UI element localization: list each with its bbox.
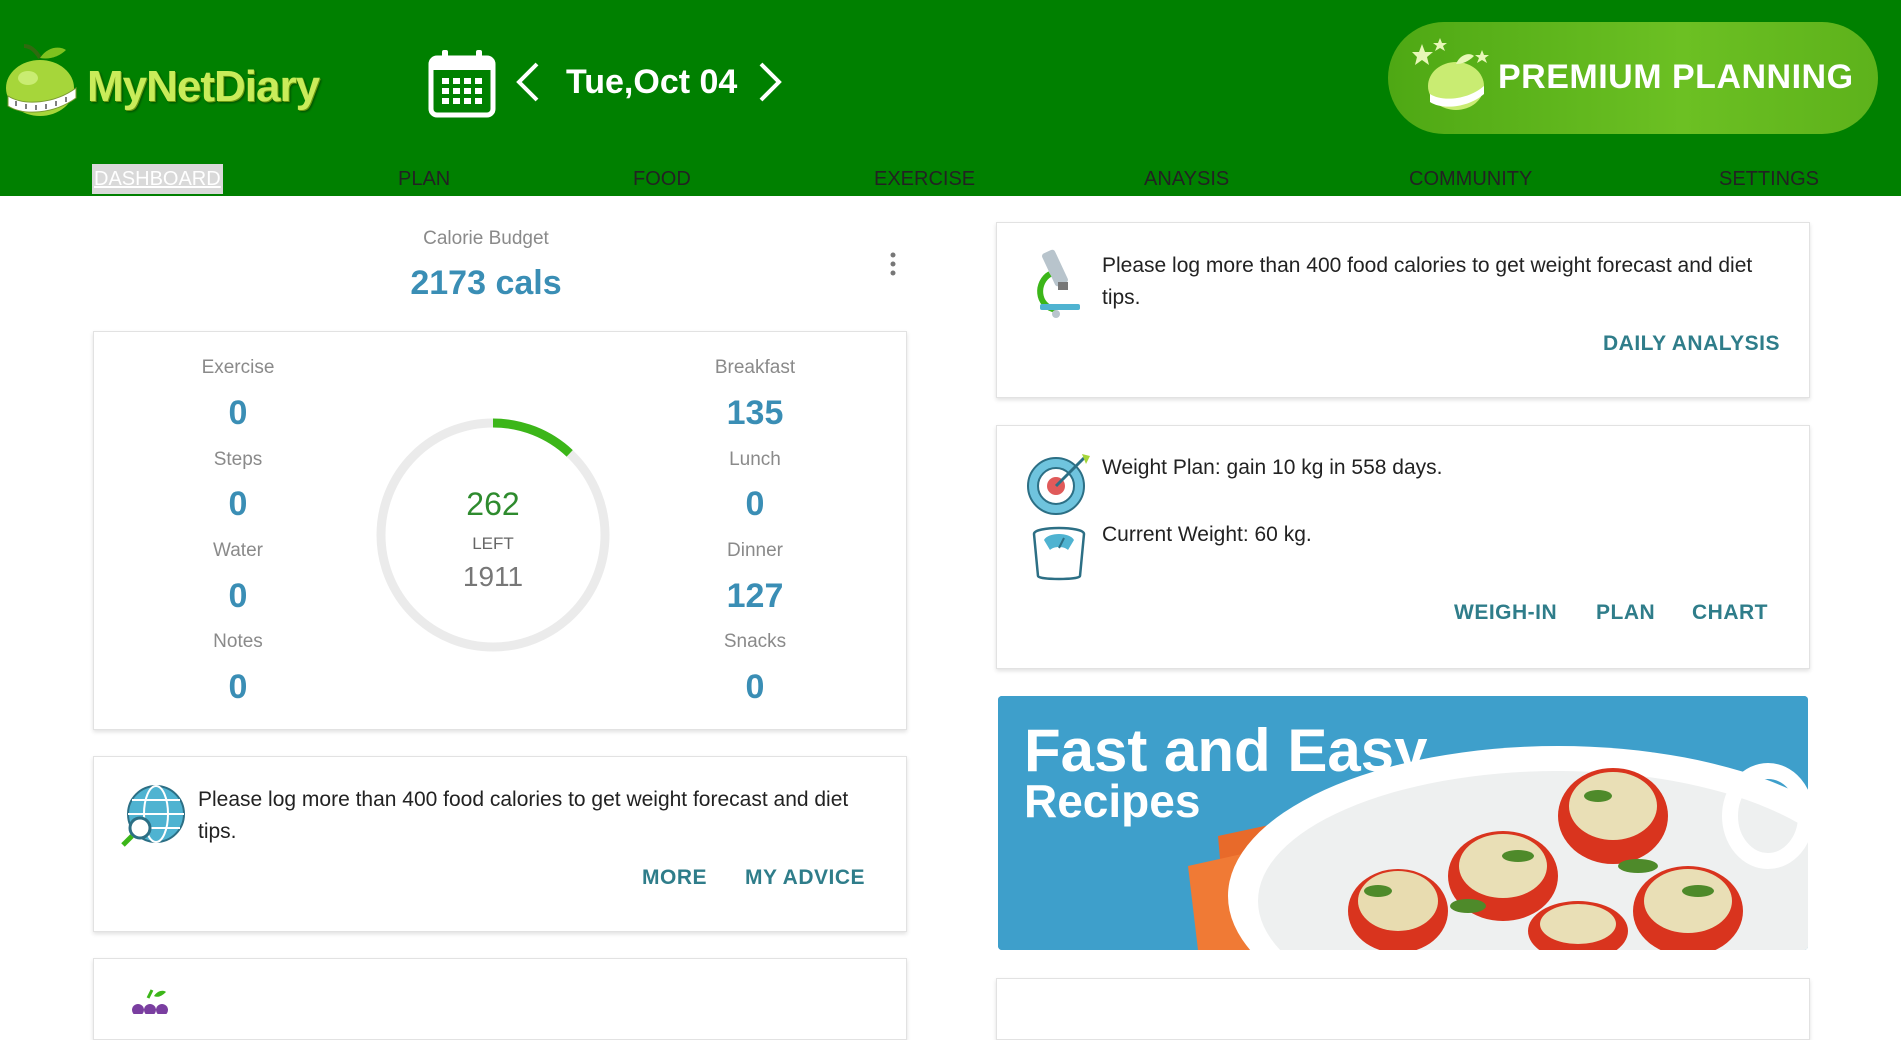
calorie-budget-value: 2173 cals bbox=[410, 264, 562, 302]
main-nav: DASHBOARD PLAN FOOD EXERCISE ANAYSIS COM… bbox=[0, 164, 1901, 196]
chevron-right-icon[interactable] bbox=[757, 60, 783, 104]
daily-analysis-button[interactable]: DAILY ANALYSIS bbox=[1603, 332, 1780, 356]
nav-settings[interactable]: SETTINGS bbox=[1719, 168, 1819, 191]
nav-plan[interactable]: PLAN bbox=[398, 168, 450, 191]
breakfast-value[interactable]: 135 bbox=[675, 394, 835, 433]
snacks-value[interactable]: 0 bbox=[675, 668, 835, 707]
more-button[interactable]: MORE bbox=[642, 866, 707, 890]
my-advice-button[interactable]: MY ADVICE bbox=[745, 866, 865, 890]
chevron-left-icon[interactable] bbox=[515, 60, 541, 104]
premium-planning-label: PREMIUM PLANNING bbox=[1498, 58, 1854, 96]
dinner-label: Dinner bbox=[727, 540, 783, 561]
globe-magnifier-icon bbox=[121, 785, 185, 847]
current-date: Tue,Oct 04 bbox=[566, 63, 738, 101]
app-name: MyNetDiary bbox=[87, 62, 320, 111]
nav-food[interactable]: FOOD bbox=[633, 168, 691, 191]
calendar-icon[interactable] bbox=[428, 48, 496, 118]
scale-icon bbox=[1032, 526, 1086, 581]
premium-planning-button[interactable]: PREMIUM PLANNING bbox=[1388, 22, 1878, 134]
dinner-value[interactable]: 127 bbox=[675, 577, 835, 616]
breakfast-label: Breakfast bbox=[714, 357, 796, 378]
lunch-value[interactable]: 0 bbox=[675, 485, 835, 524]
app-logo[interactable]: MyNetDiary bbox=[4, 44, 324, 118]
notes-label: Notes bbox=[213, 631, 263, 652]
plan-button[interactable]: PLAN bbox=[1596, 601, 1655, 625]
more-options-icon[interactable] bbox=[886, 250, 900, 278]
snacks-label: Snacks bbox=[723, 631, 787, 652]
steps-value[interactable]: 0 bbox=[158, 485, 318, 524]
weight-plan-text: Weight Plan: gain 10 kg in 558 days. bbox=[1102, 456, 1443, 479]
nav-dashboard[interactable]: DASHBOARD bbox=[92, 164, 223, 194]
weigh-in-button[interactable]: WEIGH-IN bbox=[1454, 601, 1557, 625]
next-right-card bbox=[996, 978, 1810, 1040]
current-weight-text: Current Weight: 60 kg. bbox=[1102, 523, 1312, 546]
microscope-icon bbox=[1037, 249, 1080, 318]
grapes-icon bbox=[132, 989, 168, 1014]
apple-tape-icon bbox=[6, 44, 77, 116]
water-label: Water bbox=[213, 540, 263, 561]
nav-exercise[interactable]: EXERCISE bbox=[874, 168, 975, 191]
recipes-banner-subtitle: Recipes bbox=[1024, 775, 1201, 827]
nav-analysis[interactable]: ANAYSIS bbox=[1144, 168, 1229, 191]
advice-message: Please log more than 400 food calories t… bbox=[198, 788, 849, 843]
water-value[interactable]: 0 bbox=[158, 577, 318, 616]
calorie-budget-title: Calorie Budget bbox=[423, 228, 549, 249]
lunch-label: Lunch bbox=[729, 449, 781, 470]
premium-apple-icon bbox=[1412, 38, 1489, 110]
exercise-label: Exercise bbox=[201, 357, 275, 378]
nav-community[interactable]: COMMUNITY bbox=[1409, 168, 1532, 191]
target-icon bbox=[1027, 454, 1090, 515]
calories-remaining: 1911 bbox=[462, 561, 524, 592]
recipes-banner[interactable]: Fast and Easy Recipes bbox=[998, 696, 1808, 950]
steps-label: Steps bbox=[213, 449, 263, 470]
notes-value[interactable]: 0 bbox=[158, 668, 318, 707]
calories-eaten: 262 bbox=[466, 486, 520, 522]
next-card bbox=[93, 958, 907, 1040]
app-header: MyNetDiary Tue,Oct 04 PREMIUM PLANNING D… bbox=[0, 0, 1901, 196]
chart-button[interactable]: CHART bbox=[1692, 601, 1768, 625]
ring-left-label: LEFT bbox=[472, 534, 514, 553]
exercise-value[interactable]: 0 bbox=[158, 394, 318, 433]
analysis-message: Please log more than 400 food calories t… bbox=[1102, 254, 1753, 309]
